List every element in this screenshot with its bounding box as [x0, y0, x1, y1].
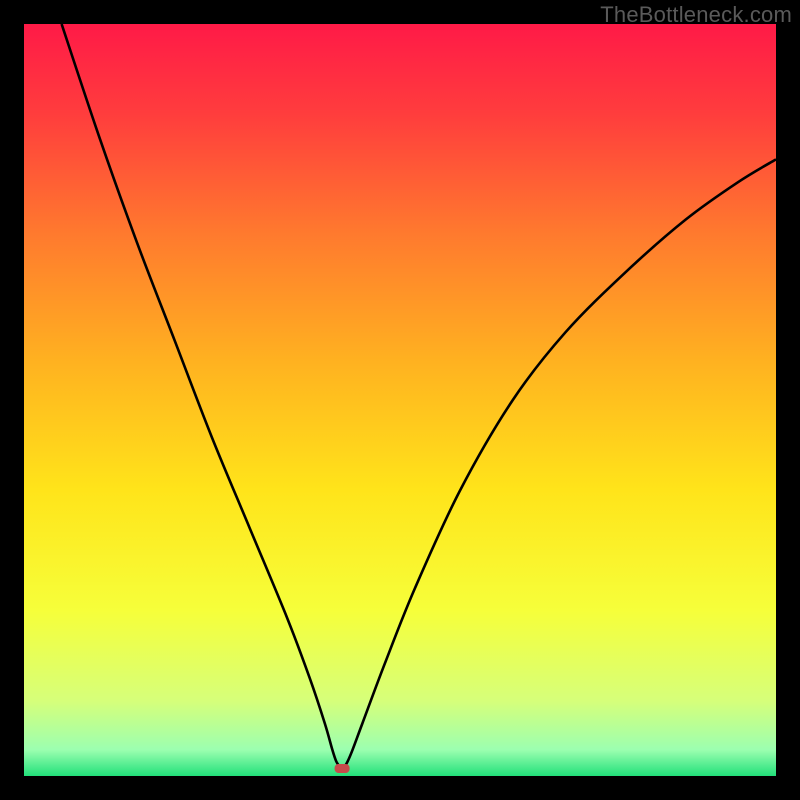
chart-frame: TheBottleneck.com	[0, 0, 800, 800]
watermark-text: TheBottleneck.com	[600, 2, 792, 28]
plot-area	[24, 24, 776, 776]
minimum-marker	[335, 764, 350, 773]
chart-svg	[24, 24, 776, 776]
chart-background	[24, 24, 776, 776]
